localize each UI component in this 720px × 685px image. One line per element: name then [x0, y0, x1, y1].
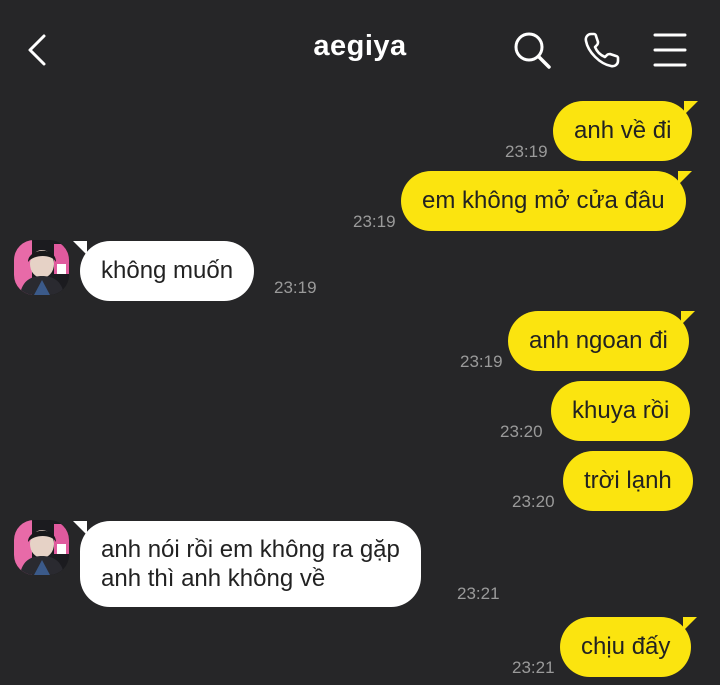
message-text-line: anh nói rồi em không ra gặp: [101, 536, 400, 563]
message-time: 23:19: [505, 142, 548, 161]
outgoing-message[interactable]: anh về đi: [553, 101, 699, 161]
avatar[interactable]: [14, 520, 69, 575]
message-text: em không mở cửa đâu: [422, 187, 665, 214]
message-text: khuya rồi: [572, 397, 670, 424]
avatar-image: [14, 520, 69, 575]
outgoing-message[interactable]: anh ngoan đi: [508, 311, 695, 371]
menu-icon[interactable]: [648, 28, 692, 72]
search-icon[interactable]: [510, 28, 554, 72]
outgoing-message[interactable]: trời lạnh: [563, 451, 693, 511]
incoming-message[interactable]: anh nói rồi em không ra gặp anh thì anh …: [73, 521, 421, 607]
outgoing-message[interactable]: em không mở cửa đâu: [401, 171, 692, 231]
bubble-tail: [677, 171, 692, 185]
message-text: không muốn: [101, 257, 234, 284]
bubble-tail: [684, 101, 699, 115]
message-text: chịu đấy: [581, 633, 671, 660]
message-time: 23:21: [512, 658, 555, 677]
message-time: 23:19: [353, 212, 396, 231]
avatar[interactable]: [14, 240, 69, 295]
message-time: 23:19: [274, 278, 317, 297]
message-text: anh ngoan đi: [529, 327, 668, 354]
message-time: 23:19: [460, 352, 503, 371]
message-time: 23:20: [500, 422, 543, 441]
bubble-tail: [683, 617, 698, 631]
bubble-tail: [680, 311, 695, 325]
chevron-left-icon[interactable]: [22, 30, 52, 70]
outgoing-message[interactable]: khuya rồi: [551, 381, 691, 441]
chat-header: aegiya: [0, 0, 720, 100]
message-text: trời lạnh: [584, 467, 672, 494]
message-time: 23:20: [512, 492, 555, 511]
message-text: anh về đi: [574, 117, 672, 144]
message-text-line: anh thì anh không về: [101, 565, 326, 592]
outgoing-message[interactable]: chịu đấy: [560, 617, 698, 677]
phone-icon[interactable]: [580, 28, 624, 72]
message-time: 23:21: [457, 584, 500, 603]
incoming-message[interactable]: không muốn: [73, 241, 255, 301]
avatar-image: [14, 240, 69, 295]
bubble-tail: [73, 521, 87, 535]
bubble-tail: [73, 241, 87, 255]
